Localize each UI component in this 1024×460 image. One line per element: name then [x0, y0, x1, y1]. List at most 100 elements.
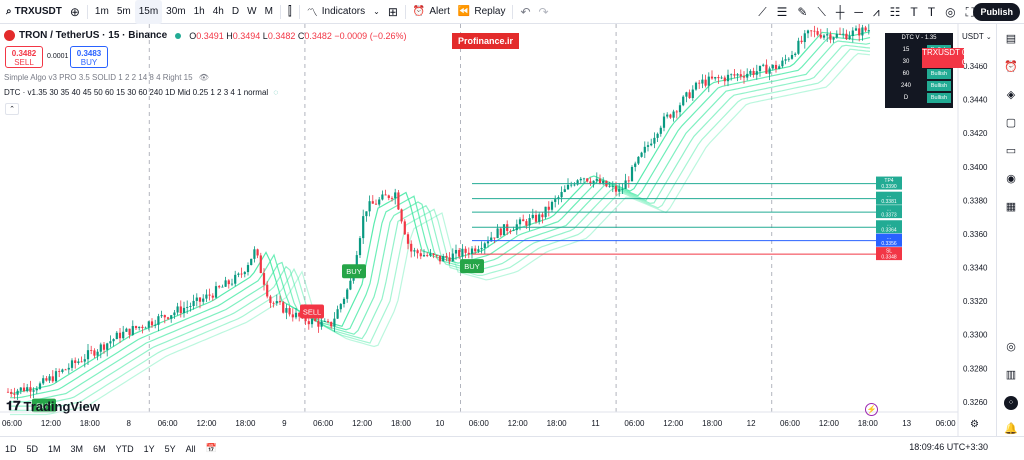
- indicator-legend-dtc[interactable]: DTC · v1.35 30 35 40 45 50 60 15 30 60 2…: [4, 88, 278, 97]
- clock[interactable]: 18:09:46 UTC+3:30: [909, 442, 988, 452]
- candle-body: [26, 387, 29, 392]
- candle-body: [48, 376, 51, 381]
- ray-icon[interactable]: ─: [854, 5, 863, 19]
- range-5d[interactable]: 5D: [22, 444, 44, 454]
- range-1y[interactable]: 1Y: [139, 444, 160, 454]
- line-icon[interactable]: ⟍: [817, 5, 825, 20]
- interval-W[interactable]: W: [243, 0, 260, 24]
- range-all[interactable]: All: [181, 444, 201, 454]
- interval-5m[interactable]: 5m: [113, 0, 135, 24]
- chat-icon[interactable]: ▭: [1004, 144, 1018, 158]
- candle-body: [378, 199, 381, 205]
- candle-body: [746, 73, 749, 78]
- sell-price: 0.3482: [11, 49, 37, 58]
- range-ytd[interactable]: YTD: [111, 444, 139, 454]
- grid-menu-icon[interactable]: ⁘: [1004, 396, 1018, 410]
- candle-body: [198, 297, 202, 302]
- indicators-button[interactable]: 〽 Indicators ⌄: [303, 0, 384, 24]
- interval-30m[interactable]: 30m: [162, 0, 189, 24]
- text-icon[interactable]: T: [910, 5, 917, 19]
- candle-body: [614, 186, 618, 192]
- price-tick-label: 0.3440: [963, 96, 988, 105]
- candle-body: [733, 74, 736, 76]
- indicator-legend-simple-algo[interactable]: Simple Algo v3 PRO 3.5 SOLID 1 2 2 14 8 …: [4, 73, 209, 82]
- eye-icon[interactable]: 👁: [199, 73, 209, 82]
- loading-icon: ◌: [273, 88, 279, 97]
- range-1d[interactable]: 1D: [0, 444, 22, 454]
- buy-price-box[interactable]: 0.3483 BUY: [70, 46, 108, 68]
- candle-body: [582, 178, 586, 180]
- candle-body: [765, 64, 768, 74]
- publish-button[interactable]: Publish: [973, 3, 1020, 21]
- bar-countdown: 05:14: [962, 58, 983, 67]
- legend-symbol-title[interactable]: TRON / TetherUS · 15 · Binance: [19, 30, 167, 41]
- alert-button[interactable]: ⏰ Alert: [409, 0, 454, 24]
- layouts-icon[interactable]: ⊞: [384, 0, 402, 24]
- replay-button[interactable]: ⏪ Replay: [454, 0, 510, 24]
- candle-body: [464, 248, 467, 253]
- interval-1h[interactable]: 1h: [190, 0, 209, 24]
- price-chart[interactable]: TP40.3390...0.3381...0.3373...0.3364...0…: [0, 24, 996, 436]
- range-1m[interactable]: 1M: [43, 444, 66, 454]
- candle-body: [64, 369, 67, 371]
- trade-level-tag: TP40.3390: [876, 176, 902, 190]
- notifications-icon[interactable]: 🔔: [1004, 422, 1018, 436]
- lightning-icon[interactable]: ⚡: [865, 403, 878, 416]
- candle-body: [525, 221, 528, 226]
- interval-D[interactable]: D: [228, 0, 243, 24]
- candle-body: [480, 247, 483, 250]
- collapse-legend-icon[interactable]: ⌃: [5, 103, 19, 115]
- candle-body: [224, 280, 227, 287]
- candle-body: [214, 286, 218, 298]
- range-3m[interactable]: 3M: [66, 444, 89, 454]
- time-axis[interactable]: 06:00 12:00 18:00 8 06:00 12:00 18:00 9 06:00 12:…: [0, 411, 958, 428]
- trend-line-icon[interactable]: ⟋: [758, 5, 766, 20]
- time-tick-label: 12:00: [41, 419, 62, 428]
- candle-body: [259, 255, 262, 274]
- range-6m[interactable]: 6M: [88, 444, 111, 454]
- watchlist-icon[interactable]: ▤: [1004, 32, 1018, 46]
- candle-body: [586, 178, 589, 182]
- redo-icon[interactable]: ↷: [535, 0, 553, 24]
- alerts-icon[interactable]: ⏰: [1004, 60, 1018, 74]
- price-tick-label: 0.3420: [963, 129, 988, 138]
- dtc-table-row: D Bullish: [885, 92, 953, 104]
- notes-icon[interactable]: ▢: [1004, 116, 1018, 130]
- pattern-icon[interactable]: ⩘: [873, 5, 880, 20]
- dtc-timeframe: 60: [902, 71, 910, 77]
- hide-icon[interactable]: ◎: [945, 5, 955, 19]
- candle-body: [282, 302, 285, 313]
- candle-body: [234, 274, 237, 284]
- brush-icon[interactable]: ✎: [797, 5, 807, 19]
- layers-icon[interactable]: ◈: [1004, 88, 1018, 102]
- calendar-range-icon[interactable]: 📅: [201, 443, 222, 454]
- currency-selector[interactable]: USDT ⌄: [962, 32, 992, 41]
- symbol-search-button[interactable]: ⌕ TRXUSDT: [0, 0, 66, 24]
- target-icon[interactable]: ◎: [1004, 340, 1018, 354]
- ideas-icon[interactable]: ◉: [1004, 172, 1018, 186]
- range-5y[interactable]: 5Y: [160, 444, 181, 454]
- time-tick-label: 06:00: [158, 419, 179, 428]
- undo-icon[interactable]: ↶: [516, 0, 534, 24]
- candle-body: [720, 77, 723, 79]
- long-position-icon[interactable]: ☷: [890, 5, 901, 19]
- candle-body: [845, 33, 848, 40]
- calendar-icon[interactable]: ▦: [1004, 200, 1018, 214]
- chart-panel-icon[interactable]: ▥: [1004, 368, 1018, 382]
- text-icon[interactable]: T: [928, 5, 935, 19]
- plus-circle-icon[interactable]: ⊕: [66, 0, 84, 24]
- fib-icon[interactable]: ☰: [777, 5, 788, 19]
- interval-M[interactable]: M: [261, 0, 277, 24]
- settings-icon[interactable]: ⚙: [970, 419, 979, 430]
- candle-body: [678, 105, 682, 113]
- candle-body: [579, 178, 582, 181]
- price-axis[interactable]: 0.34600.34400.34200.34000.33800.33600.33…: [957, 24, 988, 436]
- dtc-trend-table: DTC V - 1.3515Bullish30Bullish60Bullish2…: [885, 33, 953, 108]
- crosshair-icon[interactable]: ┼: [836, 5, 845, 19]
- interval-15m[interactable]: 15m: [134, 0, 163, 24]
- sell-price-box[interactable]: 0.3482 SELL: [5, 46, 43, 68]
- interval-1m[interactable]: 1m: [91, 0, 113, 24]
- candle-type-icon[interactable]: ⫿: [284, 0, 296, 24]
- candle-body: [531, 214, 534, 219]
- interval-4h[interactable]: 4h: [209, 0, 228, 24]
